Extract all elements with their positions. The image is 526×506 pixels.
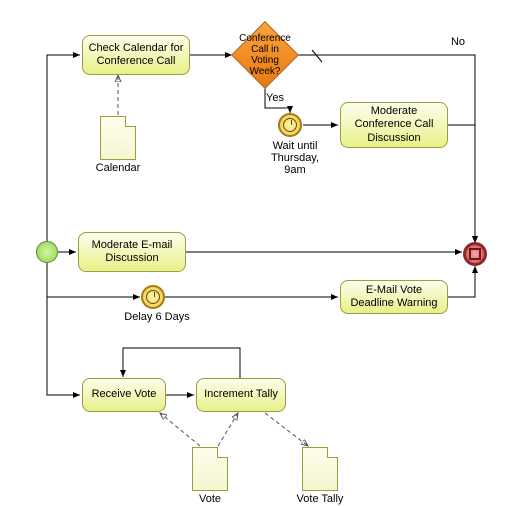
task-check-calendar: Check Calendar for Conference Call bbox=[82, 35, 190, 75]
doc-label: Calendar bbox=[88, 162, 148, 174]
start-event bbox=[36, 241, 58, 263]
gateway-label: Conference Call in Voting Week? bbox=[231, 21, 299, 89]
task-increment-tally: Increment Tally bbox=[196, 378, 286, 412]
doc-label: Vote Tally bbox=[290, 493, 350, 505]
flow-label-no: No bbox=[443, 36, 473, 48]
task-moderate-email: Moderate E-mail Discussion bbox=[78, 232, 186, 272]
task-label: Receive Vote bbox=[92, 388, 157, 401]
task-label: Increment Tally bbox=[204, 388, 278, 401]
timer-delay-6-days bbox=[141, 285, 165, 309]
doc-vote bbox=[192, 447, 228, 491]
task-label: E-Mail Vote Deadline Warning bbox=[345, 284, 443, 310]
doc-vote-tally bbox=[302, 447, 338, 491]
task-receive-vote: Receive Vote bbox=[82, 378, 166, 412]
end-event bbox=[463, 242, 487, 266]
task-label: Moderate Conference Call Discussion bbox=[345, 105, 443, 145]
gateway-voting-week: Conference Call in Voting Week? bbox=[231, 21, 299, 89]
doc-calendar bbox=[100, 116, 136, 160]
task-label: Moderate E-mail Discussion bbox=[83, 239, 181, 265]
timer-label: Wait until Thursday, 9am bbox=[260, 140, 330, 176]
timer-wait-thursday bbox=[278, 113, 302, 137]
task-label: Check Calendar for Conference Call bbox=[87, 42, 185, 68]
flow-label-yes: Yes bbox=[260, 92, 290, 104]
task-moderate-call: Moderate Conference Call Discussion bbox=[340, 102, 448, 148]
doc-label: Vote bbox=[185, 493, 235, 505]
timer-label: Delay 6 Days bbox=[122, 311, 192, 323]
task-email-warning: E-Mail Vote Deadline Warning bbox=[340, 280, 448, 314]
